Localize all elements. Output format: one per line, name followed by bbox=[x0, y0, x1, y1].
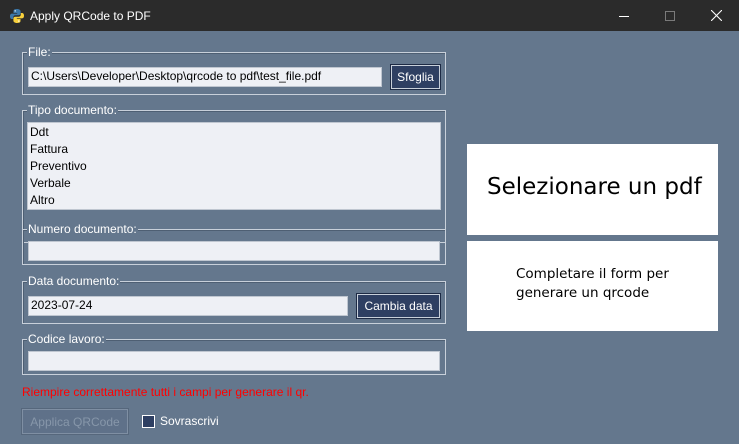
window-title: Apply QRCode to PDF bbox=[30, 9, 151, 23]
doc-type-listbox[interactable]: Ddt Fattura Preventivo Verbale Altro bbox=[27, 122, 441, 210]
file-path-input[interactable]: C:\Users\Developer\Desktop\qrcode to pdf… bbox=[28, 67, 382, 87]
doc-type-label: Tipo documento: bbox=[27, 103, 118, 117]
error-message: Riempire correttamente tutti i campi per… bbox=[22, 385, 309, 399]
overwrite-checkbox[interactable] bbox=[142, 415, 155, 428]
list-item[interactable]: Ddt bbox=[30, 125, 49, 139]
close-button[interactable] bbox=[693, 0, 739, 31]
job-code-label: Codice lavoro: bbox=[27, 332, 106, 346]
pdf-preview-panel: Selezionare un pdf bbox=[467, 144, 718, 235]
maximize-button[interactable] bbox=[647, 0, 693, 31]
minimize-button[interactable] bbox=[601, 0, 647, 31]
job-code-input[interactable] bbox=[28, 351, 440, 371]
window-content: File: C:\Users\Developer\Desktop\qrcode … bbox=[0, 31, 739, 444]
list-item[interactable]: Fattura bbox=[30, 142, 68, 156]
list-item[interactable]: Verbale bbox=[30, 176, 71, 190]
list-item[interactable]: Altro bbox=[30, 193, 55, 207]
doc-date-label: Data documento: bbox=[27, 274, 121, 288]
apply-qrcode-button[interactable]: Applica QRCode bbox=[21, 408, 129, 435]
close-icon bbox=[710, 10, 722, 21]
doc-number-input[interactable] bbox=[28, 241, 440, 261]
minimize-icon bbox=[619, 15, 629, 17]
title-bar[interactable]: Apply QRCode to PDF bbox=[0, 0, 739, 31]
doc-date-input[interactable]: 2023-07-24 bbox=[28, 296, 348, 316]
doc-number-label: Numero documento: bbox=[27, 222, 138, 236]
browse-button[interactable]: Sfoglia bbox=[390, 64, 441, 90]
python-icon bbox=[9, 8, 25, 24]
overwrite-label[interactable]: Sovrascrivi bbox=[160, 414, 219, 428]
maximize-icon bbox=[665, 10, 675, 21]
list-item[interactable]: Preventivo bbox=[30, 159, 87, 173]
preview-message: Completare il form per generare un qrcod… bbox=[516, 266, 669, 301]
file-label: File: bbox=[27, 45, 52, 59]
qrcode-preview-panel: Completare il form per generare un qrcod… bbox=[467, 241, 718, 331]
change-date-button[interactable]: Cambia data bbox=[356, 293, 441, 319]
preview-title: Selezionare un pdf bbox=[487, 174, 702, 200]
